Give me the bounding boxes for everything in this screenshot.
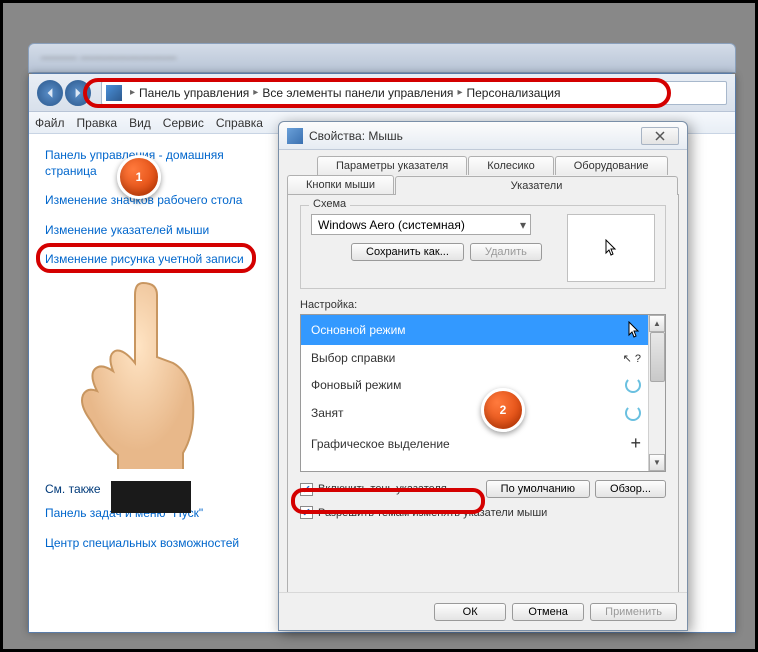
help-cursor-icon: ↖ ? bbox=[623, 352, 641, 365]
scroll-down-button[interactable]: ▼ bbox=[649, 454, 665, 471]
sidebar: Панель управления - домашняя страница Из… bbox=[29, 134, 274, 632]
list-item-background[interactable]: Фоновый режим bbox=[301, 371, 665, 399]
list-label: Настройка: bbox=[300, 299, 666, 311]
list-item-label: Графическое выделение bbox=[311, 437, 450, 451]
menu-view[interactable]: Вид bbox=[129, 116, 151, 130]
close-button[interactable] bbox=[641, 127, 679, 145]
window-titlebar: ——— ———————— bbox=[28, 43, 736, 73]
apply-button[interactable]: Применить bbox=[590, 603, 677, 621]
menu-file[interactable]: Файл bbox=[35, 116, 65, 130]
list-item-label: Выбор справки bbox=[311, 351, 395, 365]
shadow-checkbox[interactable] bbox=[300, 483, 313, 496]
cursor-preview bbox=[567, 214, 655, 282]
nav-bar: ▸ Панель управления ▸ Все элементы панел… bbox=[29, 74, 735, 112]
menu-edit[interactable]: Правка bbox=[77, 116, 118, 130]
sidebar-link-desktop-icons[interactable]: Изменение значков рабочего стола bbox=[45, 193, 258, 209]
crumb-control-panel[interactable]: Панель управления bbox=[139, 86, 249, 100]
menu-tools[interactable]: Сервис bbox=[163, 116, 204, 130]
working-cursor-icon bbox=[625, 377, 641, 393]
sidebar-link-mouse-pointers[interactable]: Изменение указателей мыши bbox=[45, 223, 258, 239]
sidebar-link-accessibility[interactable]: Центр специальных возможностей bbox=[45, 536, 258, 552]
save-as-button[interactable]: Сохранить как... bbox=[351, 243, 464, 261]
tab-pointer-options[interactable]: Параметры указателя bbox=[317, 156, 467, 175]
tab-buttons[interactable]: Кнопки мыши bbox=[287, 175, 394, 194]
mouse-icon bbox=[287, 128, 303, 144]
scroll-thumb[interactable] bbox=[650, 332, 665, 382]
chevron-right-icon: ▸ bbox=[253, 87, 258, 98]
breadcrumb-icon bbox=[106, 85, 122, 101]
cursor-icon bbox=[604, 239, 618, 257]
crumb-all-items[interactable]: Все элементы панели управления bbox=[262, 86, 453, 100]
list-item-normal[interactable]: Основной режим bbox=[301, 315, 665, 345]
annotation-badge-1: 1 bbox=[117, 155, 161, 199]
mouse-properties-dialog: Свойства: Мышь Параметры указателя Колес… bbox=[278, 121, 688, 631]
allow-themes-label: Разрешить темам изменять указатели мыши bbox=[318, 507, 547, 519]
sidebar-link-taskbar[interactable]: Панель задач и меню "Пуск" bbox=[45, 506, 258, 522]
scheme-label: Схема bbox=[309, 198, 350, 210]
list-item-precision[interactable]: Графическое выделение + bbox=[301, 427, 665, 460]
breadcrumb[interactable]: ▸ Панель управления ▸ Все элементы панел… bbox=[101, 81, 727, 105]
precision-cursor-icon: + bbox=[630, 433, 641, 454]
scroll-up-button[interactable]: ▲ bbox=[649, 315, 665, 332]
allow-themes-checkbox[interactable] bbox=[300, 506, 313, 519]
forward-button[interactable] bbox=[65, 80, 91, 106]
dialog-titlebar[interactable]: Свойства: Мышь bbox=[279, 122, 687, 150]
close-icon bbox=[655, 131, 665, 141]
tab-wheel[interactable]: Колесико bbox=[468, 156, 554, 175]
titlebar-text: ——— ———————— bbox=[29, 44, 735, 70]
chevron-right-icon: ▸ bbox=[457, 87, 462, 98]
dialog-title: Свойства: Мышь bbox=[309, 129, 641, 143]
shadow-label: Включить тень указателя bbox=[318, 483, 447, 495]
cancel-button[interactable]: Отмена bbox=[512, 603, 584, 621]
list-item-label: Основной режим bbox=[311, 323, 406, 337]
crumb-personalization[interactable]: Персонализация bbox=[466, 86, 560, 100]
tab-pointers[interactable]: Указатели bbox=[395, 176, 678, 195]
cursor-icon bbox=[627, 321, 641, 339]
delete-button[interactable]: Удалить bbox=[470, 243, 542, 261]
defaults-button[interactable]: По умолчанию bbox=[486, 480, 590, 498]
list-item-label: Фоновый режим bbox=[311, 378, 401, 392]
tab-hardware[interactable]: Оборудование bbox=[555, 156, 668, 175]
sidebar-link-account-picture[interactable]: Изменение рисунка учетной записи bbox=[45, 252, 258, 268]
busy-cursor-icon bbox=[625, 405, 641, 421]
chevron-right-icon: ▸ bbox=[130, 87, 135, 98]
list-item-label: Занят bbox=[311, 406, 344, 420]
dialog-footer: ОК Отмена Применить bbox=[279, 592, 687, 630]
list-item-help[interactable]: Выбор справки ↖ ? bbox=[301, 345, 665, 371]
back-button[interactable] bbox=[37, 80, 63, 106]
see-also-title: См. также bbox=[45, 482, 258, 496]
scheme-fieldset: Схема Windows Aero (системная) Сохранить… bbox=[300, 205, 666, 289]
ok-button[interactable]: ОК bbox=[434, 603, 506, 621]
scheme-combo[interactable]: Windows Aero (системная) bbox=[311, 214, 531, 235]
scrollbar[interactable]: ▲ ▼ bbox=[648, 315, 665, 471]
menu-help[interactable]: Справка bbox=[216, 116, 263, 130]
scheme-value: Windows Aero (системная) bbox=[318, 218, 465, 232]
cursor-listbox[interactable]: Основной режим Выбор справки ↖ ? Фоновый… bbox=[300, 314, 666, 472]
annotation-badge-2: 2 bbox=[481, 388, 525, 432]
browse-button[interactable]: Обзор... bbox=[595, 480, 666, 498]
